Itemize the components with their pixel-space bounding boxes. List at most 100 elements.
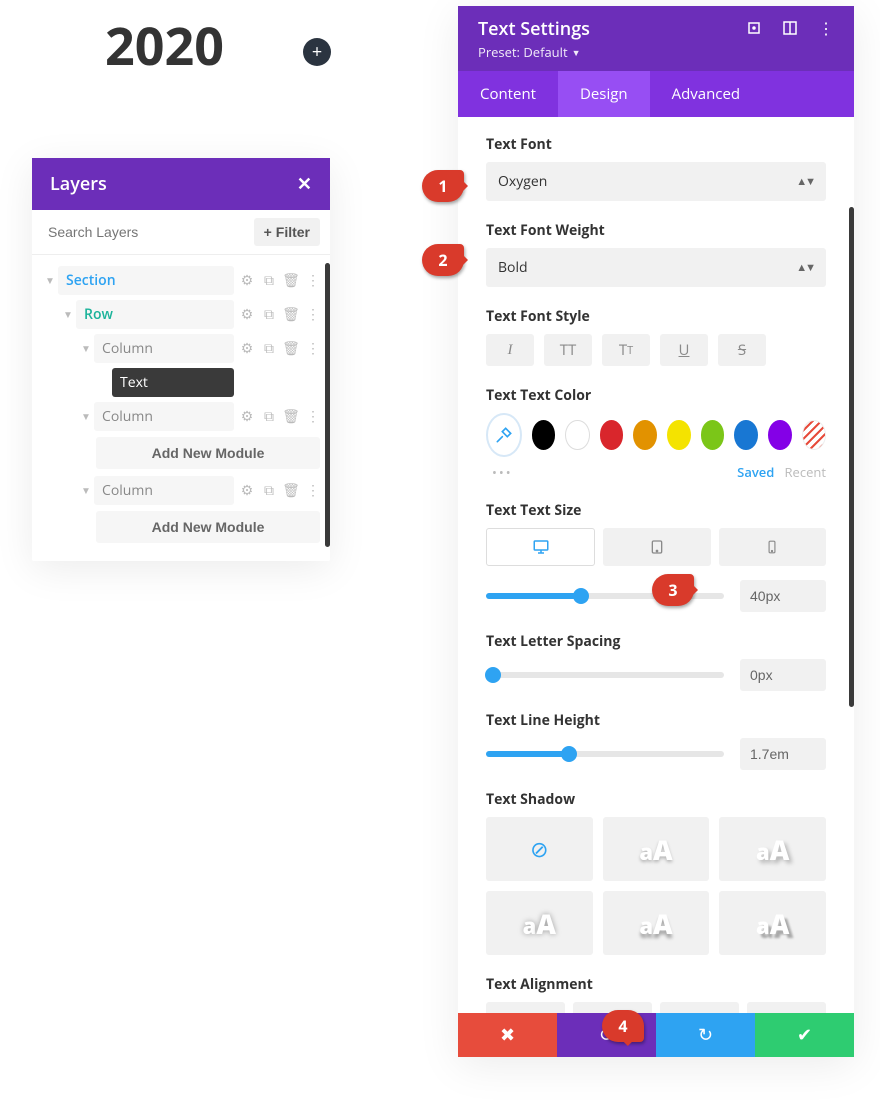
color-label: Text Text Color xyxy=(486,386,826,405)
color-swatch-white[interactable] xyxy=(565,420,589,450)
more-icon[interactable]: ⋮ xyxy=(306,409,320,423)
eyedropper-button[interactable] xyxy=(486,413,522,457)
color-swatch-black[interactable] xyxy=(532,420,556,450)
layer-row[interactable]: ▼ Row ⚙ ⧉ 🗑 ⋮ xyxy=(32,297,330,331)
font-select[interactable]: Oxygen ▲▼ xyxy=(486,162,826,201)
uppercase-button[interactable]: TT xyxy=(544,334,592,366)
chevron-down-icon[interactable]: ▼ xyxy=(78,341,94,355)
color-swatch-transparent[interactable] xyxy=(802,420,826,450)
search-input[interactable] xyxy=(42,218,254,246)
add-section-button[interactable]: + xyxy=(303,38,331,66)
lineheight-slider[interactable] xyxy=(486,751,724,757)
shadow-option[interactable]: aA xyxy=(719,817,826,881)
gear-icon[interactable]: ⚙ xyxy=(240,273,254,287)
layer-section[interactable]: ▼ Section ⚙ ⧉ 🗑 ⋮ xyxy=(32,263,330,297)
layers-panel: Layers ✕ +Filter ▼ Section ⚙ ⧉ 🗑 ⋮ ▼ Row… xyxy=(32,158,330,561)
spacing-slider[interactable] xyxy=(486,672,724,678)
duplicate-icon[interactable]: ⧉ xyxy=(262,483,276,497)
layers-header: Layers ✕ xyxy=(32,158,330,210)
tab-content[interactable]: Content xyxy=(458,71,558,117)
duplicate-icon[interactable]: ⧉ xyxy=(262,307,276,321)
lineheight-control: Text Line Height xyxy=(486,711,826,770)
device-desktop-tab[interactable] xyxy=(486,528,595,566)
trash-icon[interactable]: 🗑 xyxy=(284,341,298,355)
color-swatch-purple[interactable] xyxy=(768,420,792,450)
tab-advanced[interactable]: Advanced xyxy=(650,71,762,117)
layer-column[interactable]: ▼ Column ⚙ ⧉ 🗑 ⋮ xyxy=(32,399,330,433)
add-module-button[interactable]: Add New Module xyxy=(96,437,320,469)
shadow-option[interactable]: aA xyxy=(603,891,710,955)
italic-button[interactable]: I xyxy=(486,334,534,366)
duplicate-icon[interactable]: ⧉ xyxy=(262,273,276,287)
color-swatch-green[interactable] xyxy=(701,420,725,450)
gear-icon[interactable]: ⚙ xyxy=(240,307,254,321)
shadow-option[interactable]: aA xyxy=(719,891,826,955)
layer-column[interactable]: ▼ Column ⚙ ⧉ 🗑 ⋮ xyxy=(32,473,330,507)
shadow-option[interactable]: aA xyxy=(603,817,710,881)
preset-dropdown[interactable]: Preset: Default ▼ xyxy=(478,43,590,61)
more-icon[interactable]: ⋮ xyxy=(818,20,834,36)
gear-icon[interactable]: ⚙ xyxy=(240,341,254,355)
canvas-year-text: 2020 xyxy=(105,10,224,81)
gear-icon[interactable]: ⚙ xyxy=(240,483,254,497)
trash-icon[interactable]: 🗑 xyxy=(284,483,298,497)
gear-icon[interactable]: ⚙ xyxy=(240,375,254,389)
strikethrough-button[interactable]: S xyxy=(718,334,766,366)
size-input[interactable] xyxy=(740,580,826,612)
layer-label: Column xyxy=(94,334,234,363)
gear-icon[interactable]: ⚙ xyxy=(240,409,254,423)
trash-icon[interactable]: 🗑 xyxy=(284,273,298,287)
color-swatch-red[interactable] xyxy=(600,420,624,450)
trash-icon[interactable]: 🗑 xyxy=(284,375,298,389)
more-icon[interactable]: ⋮ xyxy=(306,341,320,355)
more-icon[interactable]: ⋮ xyxy=(306,375,320,389)
more-icon[interactable]: ⋮ xyxy=(306,307,320,321)
close-icon[interactable]: ✕ xyxy=(297,172,312,196)
duplicate-icon[interactable]: ⧉ xyxy=(262,341,276,355)
slider-knob[interactable] xyxy=(561,746,577,762)
font-value: Oxygen xyxy=(498,172,547,191)
lineheight-input[interactable] xyxy=(740,738,826,770)
redo-button[interactable]: ↻ xyxy=(656,1013,755,1057)
style-control: Text Font Style I TT TT U S xyxy=(486,307,826,366)
filter-button[interactable]: +Filter xyxy=(254,218,320,246)
save-button[interactable]: ✔ xyxy=(755,1013,854,1057)
more-icon[interactable]: ⋮ xyxy=(306,483,320,497)
color-swatch-orange[interactable] xyxy=(633,420,657,450)
more-colors-icon[interactable]: ••• xyxy=(486,463,513,481)
tab-design[interactable]: Design xyxy=(558,71,650,117)
duplicate-icon[interactable]: ⧉ xyxy=(262,409,276,423)
layer-text-active[interactable]: ▼ Text ⚙ ⧉ 🗑 ⋮ xyxy=(32,365,330,399)
color-swatch-yellow[interactable] xyxy=(667,420,691,450)
smallcaps-button[interactable]: TT xyxy=(602,334,650,366)
trash-icon[interactable]: 🗑 xyxy=(284,307,298,321)
more-icon[interactable]: ⋮ xyxy=(306,273,320,287)
chevron-down-icon[interactable]: ▼ xyxy=(42,273,58,287)
chevron-down-icon[interactable]: ▼ xyxy=(60,307,76,321)
device-tablet-tab[interactable] xyxy=(603,528,710,566)
weight-select[interactable]: Bold ▲▼ xyxy=(486,248,826,287)
cancel-button[interactable]: ✖ xyxy=(458,1013,557,1057)
settings-header: Text Settings Preset: Default ▼ ⋮ xyxy=(458,6,854,71)
underline-button[interactable]: U xyxy=(660,334,708,366)
layers-list: ▼ Section ⚙ ⧉ 🗑 ⋮ ▼ Row ⚙ ⧉ 🗑 ⋮ ▼ Column xyxy=(32,255,330,561)
color-recent-tab[interactable]: Recent xyxy=(785,463,826,481)
color-control: Text Text Color ••• Saved Rece xyxy=(486,386,826,481)
expand-icon[interactable] xyxy=(746,20,762,36)
shadow-option[interactable]: aA xyxy=(486,891,593,955)
layer-column[interactable]: ▼ Column ⚙ ⧉ 🗑 ⋮ xyxy=(32,331,330,365)
device-phone-tab[interactable] xyxy=(719,528,826,566)
chevron-down-icon[interactable]: ▼ xyxy=(78,409,94,423)
color-swatch-blue[interactable] xyxy=(734,420,758,450)
add-module-button[interactable]: Add New Module xyxy=(96,511,320,543)
duplicate-icon[interactable]: ⧉ xyxy=(262,375,276,389)
trash-icon[interactable]: 🗑 xyxy=(284,409,298,423)
slider-knob[interactable] xyxy=(573,588,589,604)
shadow-none[interactable]: ⊘ xyxy=(486,817,593,881)
chevron-down-icon[interactable]: ▼ xyxy=(78,483,94,497)
layers-title: Layers xyxy=(50,172,107,196)
spacing-input[interactable] xyxy=(740,659,826,691)
layout-icon[interactable] xyxy=(782,20,798,36)
color-saved-tab[interactable]: Saved xyxy=(737,463,774,481)
slider-knob[interactable] xyxy=(485,667,501,683)
